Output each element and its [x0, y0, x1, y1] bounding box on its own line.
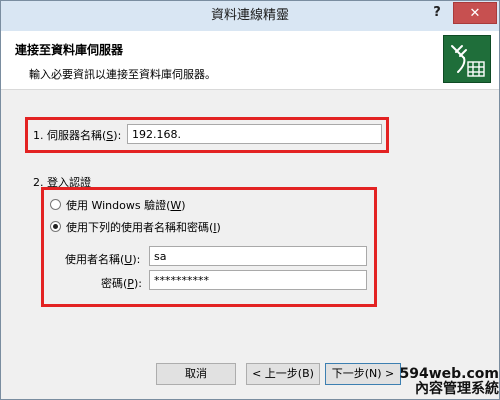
password-label: 密碼(P):	[101, 275, 142, 291]
sql-auth-label[interactable]: 使用下列的使用者名稱和密碼(I)	[66, 219, 221, 235]
sql-auth-end: )	[216, 221, 221, 234]
windows-auth-label[interactable]: 使用 Windows 驗證(W)	[66, 197, 186, 213]
username-label-text: 使用者名稱(	[65, 253, 125, 266]
cancel-button[interactable]: 取消	[156, 363, 236, 385]
password-input[interactable]: **********	[149, 270, 367, 290]
windows-auth-text: 使用 Windows 驗證(	[66, 199, 171, 212]
server-label-text: 1. 伺服器名稱(	[33, 129, 107, 142]
watermark-line2: 內容管理系統	[415, 381, 499, 397]
page-subtitle: 輸入必要資訊以連接至資料庫伺服器。	[29, 68, 216, 81]
password-label-text: 密碼(	[101, 277, 128, 290]
close-button[interactable]: ✕	[453, 2, 497, 24]
help-button[interactable]: ?	[424, 2, 450, 24]
windows-auth-hotkey: W	[170, 199, 182, 212]
windows-auth-radio[interactable]	[50, 199, 61, 210]
server-label-end: ):	[113, 129, 122, 142]
server-name-input[interactable]: 192.168.	[127, 124, 382, 144]
server-name-label: 1. 伺服器名稱(S):	[33, 127, 121, 143]
username-input[interactable]: sa	[149, 246, 367, 266]
title-bar: 資料連線精靈 ? ✕	[1, 1, 499, 31]
windows-auth-end: )	[181, 199, 186, 212]
watermark-line1: 594web.com	[399, 366, 500, 382]
sql-auth-text: 使用下列的使用者名稱和密碼(	[66, 221, 214, 234]
watermark: 594web.com 內容管理系統	[383, 366, 500, 399]
page-title: 連接至資料庫伺服器	[15, 43, 124, 57]
password-hotkey: P	[127, 277, 134, 290]
password-label-end: ):	[133, 277, 142, 290]
username-label: 使用者名稱(U):	[65, 251, 140, 267]
username-label-end: ):	[132, 253, 141, 266]
back-button[interactable]: < 上一步(B)	[246, 363, 320, 385]
wizard-window: 資料連線精靈 ? ✕ 連接至資料庫伺服器 輸入必要資訊以連接至資料庫伺服器。 1…	[0, 0, 500, 400]
wizard-header: 連接至資料庫伺服器 輸入必要資訊以連接至資料庫伺服器。	[1, 31, 499, 90]
database-connection-icon	[443, 35, 491, 83]
sql-auth-radio[interactable]	[50, 221, 61, 232]
